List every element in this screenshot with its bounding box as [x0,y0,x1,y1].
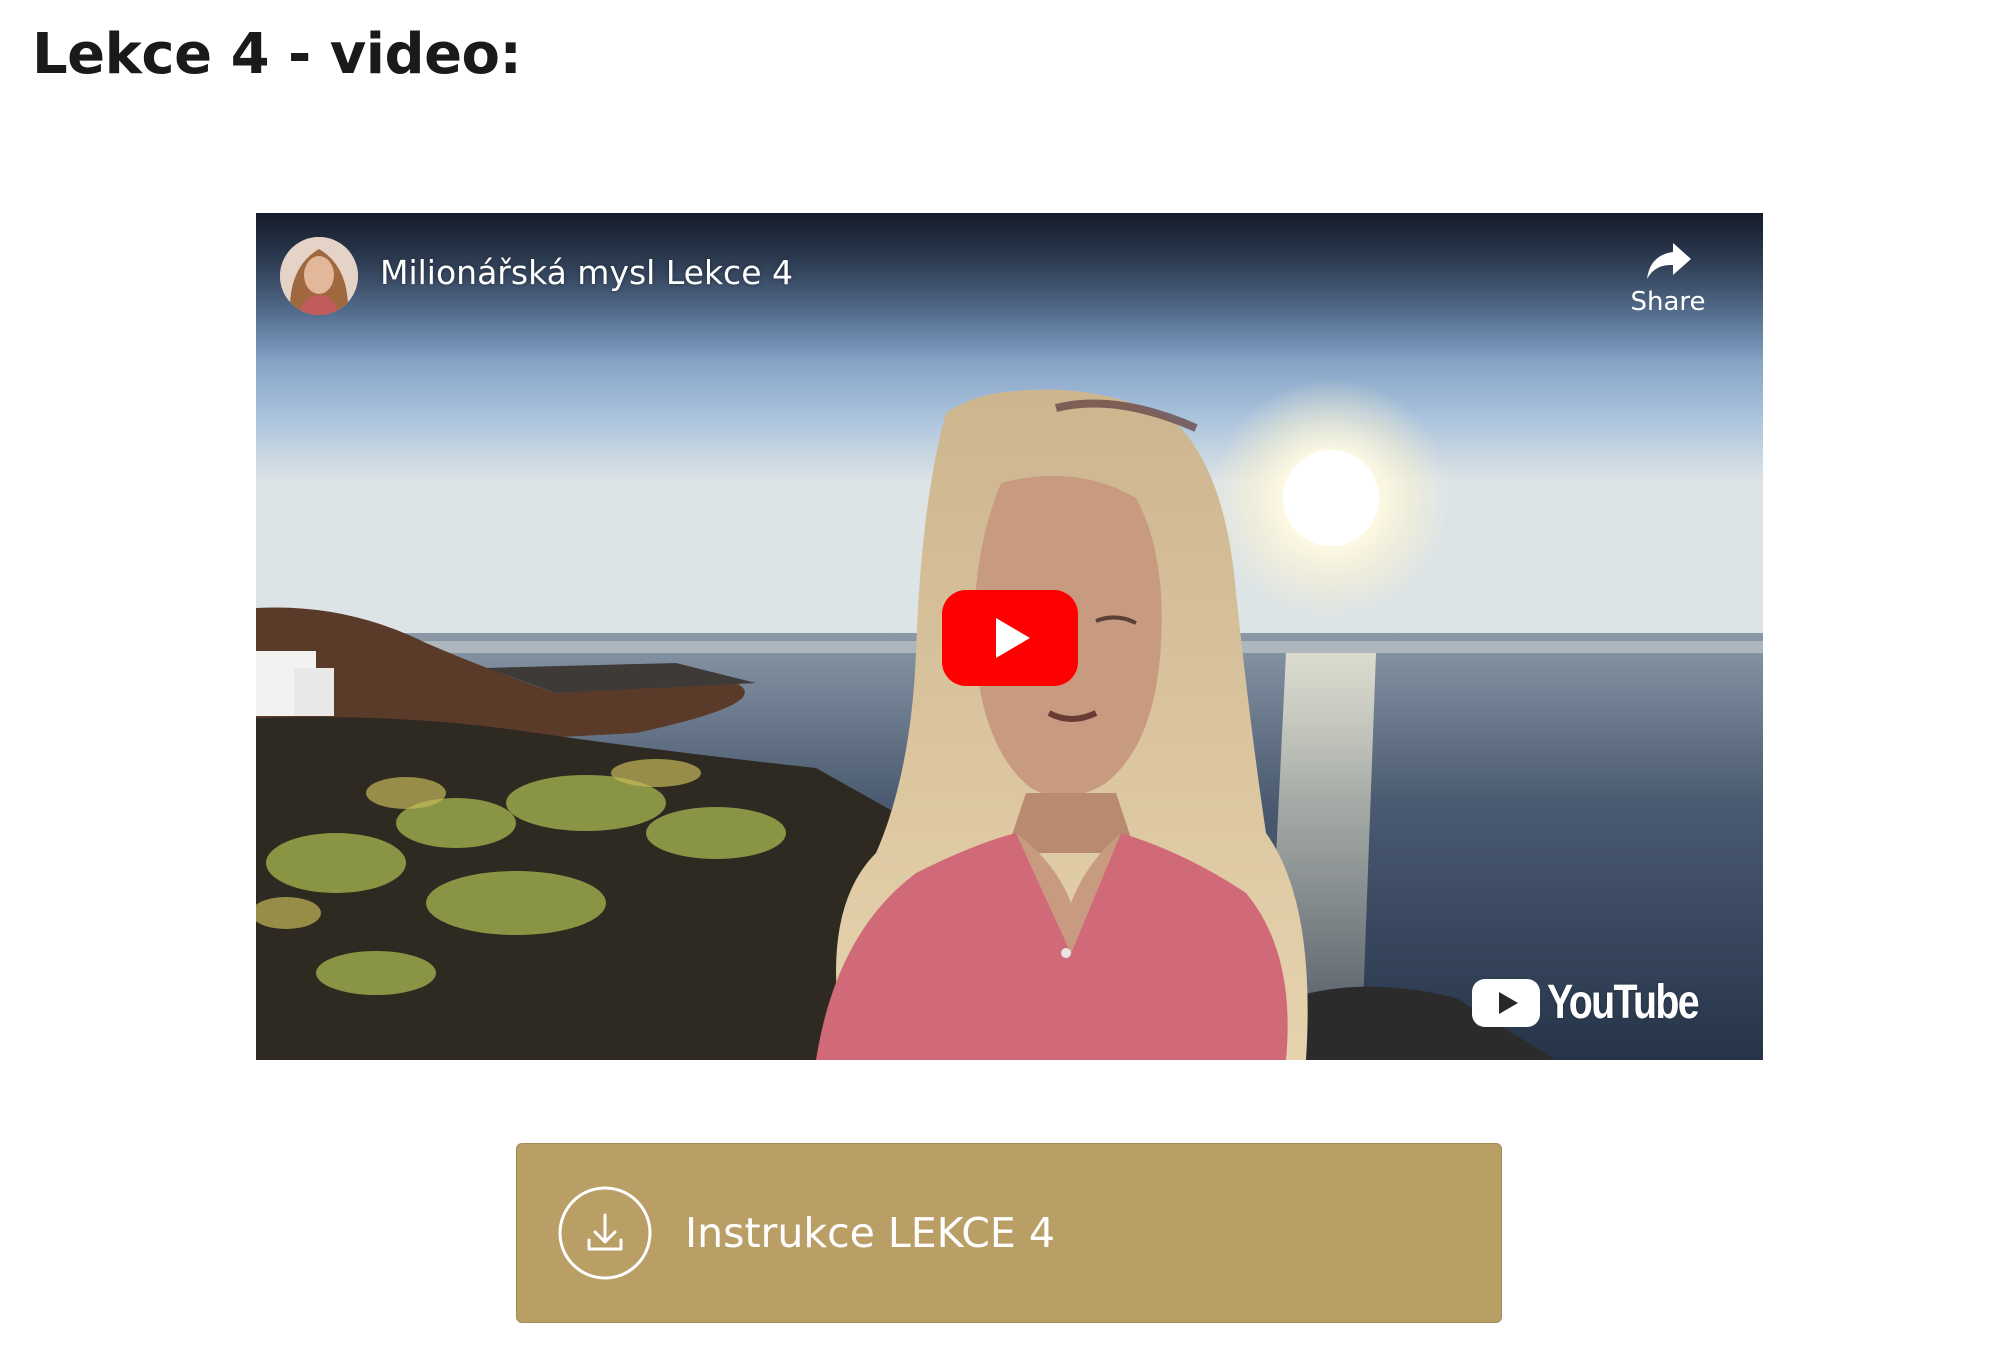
download-button-label: Instrukce LEKCE 4 [685,1209,1055,1257]
youtube-icon [1471,978,1540,1027]
youtube-logo[interactable]: YouTube [1471,975,1731,1030]
share-arrow-icon [1647,243,1691,279]
play-button[interactable] [942,590,1078,686]
share-label: Share [1630,287,1706,317]
share-button[interactable]: Share [1613,239,1723,329]
youtube-video-player[interactable]: Milionářská mysl Lekce 4 Share YouTube [256,213,1763,1060]
channel-avatar[interactable] [280,237,358,315]
video-title[interactable]: Milionářská mysl Lekce 4 [380,253,793,292]
youtube-wordmark: YouTube [1546,976,1700,1029]
download-icon [558,1186,652,1280]
download-instructions-button[interactable]: Instrukce LEKCE 4 [516,1143,1502,1323]
avatar-image [280,237,358,315]
page-title: Lekce 4 - video: [32,22,522,87]
